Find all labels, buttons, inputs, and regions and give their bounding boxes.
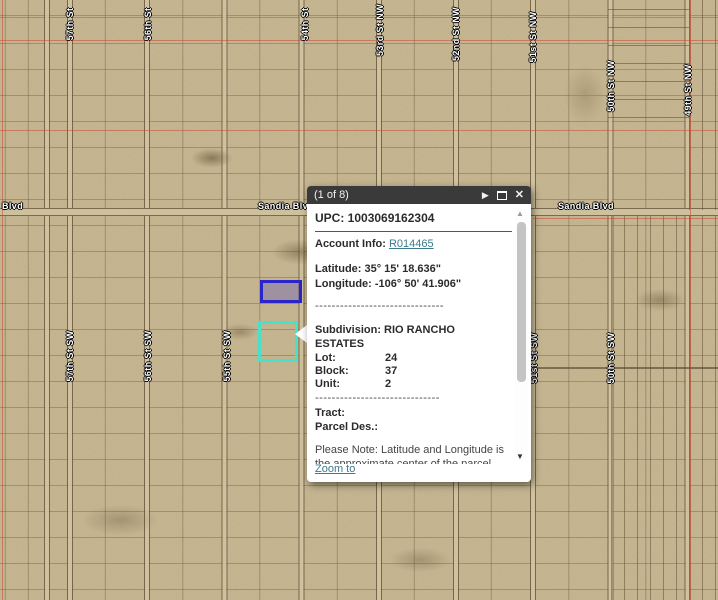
street-label: 49th St NW bbox=[683, 50, 693, 130]
unit-row: Unit: 2 bbox=[315, 378, 512, 391]
street-label: 56th St SW bbox=[143, 316, 153, 396]
street-label: 51st St NW bbox=[528, 0, 538, 77]
section-line-h1 bbox=[0, 40, 718, 41]
block-row: Block: 37 bbox=[315, 365, 512, 378]
popup-title: (1 of 8) bbox=[314, 189, 349, 201]
coordinates: Latitude: 35° 15' 18.636" Longitude: -10… bbox=[315, 262, 512, 292]
popup-pointer bbox=[295, 325, 307, 343]
lot-label: Lot: bbox=[315, 352, 385, 365]
street-label: Blvd bbox=[2, 201, 23, 211]
account-info-row: Account Info: R014465 bbox=[315, 238, 512, 252]
latitude-value: Latitude: 35° 15' 18.636" bbox=[315, 262, 512, 277]
street-label: 57th St SW bbox=[65, 316, 75, 396]
subdivision-value: Subdivision: RIO RANCHO ESTATES bbox=[315, 323, 475, 351]
note-text: Please Note: Latitude and Longitude is t… bbox=[315, 444, 512, 464]
section-line-h2 bbox=[0, 130, 718, 131]
street-label: 50th St SW bbox=[606, 318, 616, 398]
account-link[interactable]: R014465 bbox=[389, 238, 434, 250]
popup-body: UPC: 1003069162304 Account Info: R014465… bbox=[307, 204, 531, 482]
tract-label: Tract: bbox=[315, 407, 512, 421]
street-label: 52nd St NW bbox=[451, 0, 461, 74]
section-line-v1 bbox=[2, 0, 3, 600]
maximize-icon bbox=[497, 191, 507, 200]
street-label: Sandia Blvd bbox=[558, 201, 614, 211]
street-label: 57th St bbox=[65, 0, 75, 64]
next-result-button[interactable]: ▶ bbox=[482, 191, 489, 200]
parcel-des-label: Parcel Des.: bbox=[315, 421, 512, 435]
street-label: 50th St NW bbox=[606, 46, 616, 126]
block-value: 37 bbox=[385, 365, 397, 378]
scroll-down-icon[interactable]: ▼ bbox=[516, 452, 524, 461]
zoom-to-link[interactable]: Zoom to bbox=[315, 463, 355, 475]
popup-content: UPC: 1003069162304 Account Info: R014465… bbox=[315, 208, 512, 464]
popup-titlebar[interactable]: (1 of 8) ▶ ✕ bbox=[307, 186, 531, 204]
dashed-separator: ------------------------------- bbox=[315, 300, 512, 314]
scroll-up-icon[interactable]: ▲ bbox=[516, 209, 524, 218]
account-info-label: Account Info: bbox=[315, 238, 386, 250]
divider bbox=[315, 231, 512, 232]
street-label: Sandia Blvd bbox=[258, 201, 314, 211]
parcel-outline-highlight[interactable] bbox=[258, 321, 298, 362]
street-label: 56th St bbox=[143, 0, 153, 64]
street-label: 54th St bbox=[300, 0, 310, 64]
popup-footer: Zoom to bbox=[315, 463, 355, 479]
maximize-button[interactable] bbox=[497, 191, 507, 200]
close-button[interactable]: ✕ bbox=[515, 190, 524, 201]
street-label: 55th St SW bbox=[222, 316, 232, 396]
lot-value: 24 bbox=[385, 352, 397, 365]
dashed-separator: ------------------------------ bbox=[315, 392, 512, 406]
longitude-value: Longitude: -106° 50' 41.906" bbox=[315, 277, 512, 292]
block-label: Block: bbox=[315, 365, 385, 378]
popup-scrollbar[interactable]: ▲ ▼ bbox=[515, 209, 528, 461]
parcel-outline-selected[interactable] bbox=[260, 280, 302, 303]
lot-row: Lot: 24 bbox=[315, 352, 512, 365]
scrollbar-thumb[interactable] bbox=[517, 222, 526, 382]
parcel-info-popup: (1 of 8) ▶ ✕ UPC: 1003069162304 Account … bbox=[307, 186, 531, 482]
upc-value: UPC: 1003069162304 bbox=[315, 212, 512, 226]
street-label: 53rd St NW bbox=[375, 0, 385, 70]
unit-value: 2 bbox=[385, 378, 391, 391]
map-viewport[interactable]: 57th St 56th St 54th St 53rd St NW 52nd … bbox=[0, 0, 718, 600]
unit-label: Unit: bbox=[315, 378, 385, 391]
